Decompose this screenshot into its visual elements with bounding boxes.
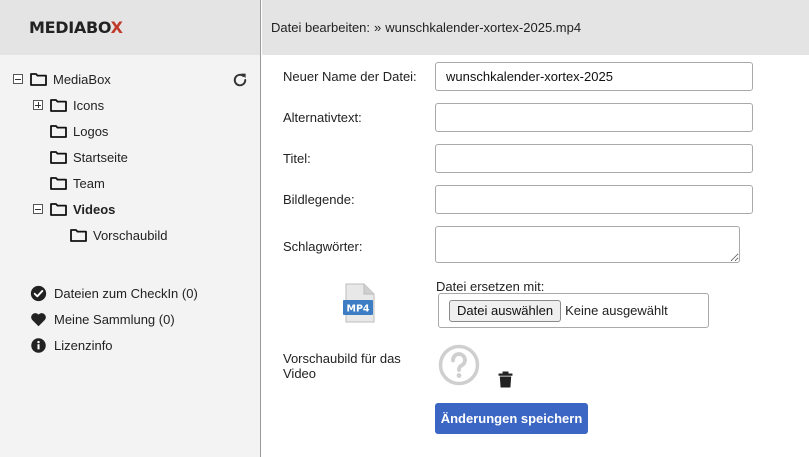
filename-label: Neuer Name der Datei: (283, 69, 417, 84)
replace-file-label: Datei ersetzen mit: (436, 279, 545, 294)
thumbnail-label: Vorschaubild für das Video (283, 351, 401, 381)
check-circle-icon (30, 285, 47, 301)
alt-text-input[interactable] (435, 103, 753, 132)
logo-bar: MEDIABOX (0, 0, 260, 55)
tree-item-icons[interactable]: Icons (33, 95, 104, 115)
page-title-prefix: Datei bearbeiten: (271, 20, 371, 35)
collapse-toggle-icon[interactable] (33, 204, 43, 214)
filename-input[interactable] (435, 62, 753, 91)
alt-text-label: Alternativtext: (283, 110, 362, 125)
folder-icon (50, 177, 67, 190)
tree-item-label: Vorschaubild (93, 227, 168, 243)
tags-textarea[interactable] (435, 226, 740, 263)
delete-trash-icon[interactable] (498, 371, 513, 388)
folder-icon (50, 99, 67, 112)
tree-item-videos[interactable]: Videos (33, 199, 115, 219)
file-upload-field[interactable]: Datei auswählen Keine ausgewählt (438, 293, 709, 328)
tree-item-label: Startseite (73, 149, 128, 165)
page-title: Datei bearbeiten: » wunschkalender-xorte… (262, 0, 809, 55)
mp4-file-icon: MP4 (343, 283, 375, 323)
heart-icon (31, 312, 46, 326)
caption-input[interactable] (435, 185, 753, 214)
sidebar-link-label: Lizenzinfo (54, 337, 113, 353)
tree-item-mediabox[interactable]: MediaBox (13, 69, 111, 89)
mediabox-logo[interactable]: MEDIABOX (29, 18, 123, 37)
title-input[interactable] (435, 144, 753, 173)
sidebar-link-label: Dateien zum CheckIn (0) (54, 285, 198, 301)
tree-item-label: Videos (73, 201, 116, 217)
sidebar-link-license[interactable]: Lizenzinfo (30, 332, 198, 358)
title-label: Titel: (283, 151, 311, 166)
folder-icon (50, 151, 67, 164)
folder-icon (30, 73, 47, 86)
tree-item-team[interactable]: Team (50, 173, 105, 193)
breadcrumb-separator: » (374, 20, 382, 35)
tree-item-label: Icons (73, 97, 105, 113)
file-status-text: Keine ausgewählt (565, 303, 668, 318)
save-changes-button[interactable]: Änderungen speichern (435, 403, 588, 434)
folder-icon (50, 125, 67, 138)
tree-item-startseite[interactable]: Startseite (50, 147, 128, 167)
sidebar-link-collection[interactable]: Meine Sammlung (0) (30, 306, 198, 332)
tree-item-logos[interactable]: Logos (50, 121, 108, 141)
tree-item-label: Logos (73, 123, 109, 139)
file-type-badge: MP4 (346, 304, 369, 315)
expand-toggle-icon[interactable] (33, 100, 43, 110)
placeholder-question-icon[interactable] (438, 344, 480, 386)
sidebar-link-label: Meine Sammlung (0) (54, 311, 175, 327)
sidebar-link-checkin[interactable]: Dateien zum CheckIn (0) (30, 280, 198, 306)
sidebar-links: Dateien zum CheckIn (0) Meine Sammlung (… (30, 280, 198, 358)
collapse-toggle-icon[interactable] (13, 74, 23, 84)
caption-label: Bildlegende: (283, 192, 355, 207)
tree-item-vorschaubild[interactable]: Vorschaubild (70, 225, 167, 245)
tree-item-label: Team (73, 175, 105, 191)
tags-label: Schlagwörter: (283, 239, 363, 254)
page-title-filename: wunschkalender-xortex-2025.mp4 (385, 20, 582, 35)
tree-item-label: MediaBox (53, 71, 111, 87)
info-icon (31, 337, 46, 353)
folder-icon (70, 229, 87, 242)
choose-file-button[interactable]: Datei auswählen (449, 299, 562, 322)
folder-icon (50, 203, 67, 216)
refresh-icon[interactable] (231, 71, 249, 89)
